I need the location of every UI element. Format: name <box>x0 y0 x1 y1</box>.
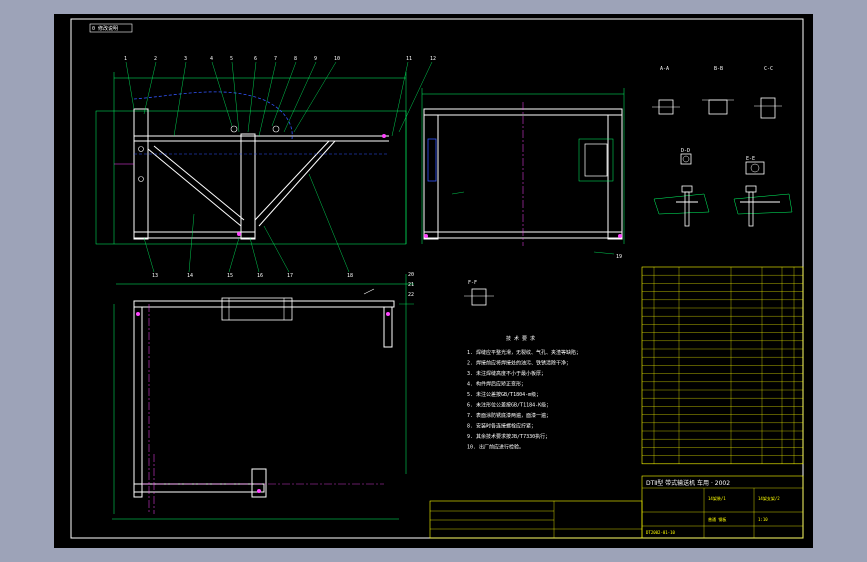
section-labels: A-A B-B C-C D-D E-E F-F <box>468 66 773 286</box>
part-number: 4 <box>210 56 213 62</box>
part-number: 12 <box>430 56 436 62</box>
part-number: 17 <box>287 273 293 279</box>
part-number: 19 <box>616 254 622 260</box>
cad-drawing: 0 修改说明 DTⅡ型 带式输送机 车用 · 2002 DT2002-01-10… <box>70 18 804 539</box>
part-number: 20 <box>408 272 414 278</box>
title-block <box>429 475 804 539</box>
tech-req-item: 1. 焊缝应平整光滑，无裂纹、气孔、夹渣等缺陷； <box>467 349 581 356</box>
tech-req-item: 7. 表面涂防锈底漆两遍，面漆一遍； <box>467 412 551 419</box>
section-label: D-D <box>681 148 690 154</box>
tech-req-item: 3. 未注焊缝高度不小于最小板厚； <box>467 370 546 377</box>
tech-req-item: 2. 焊接前应将焊接处的油污、铁锈清除干净； <box>467 360 571 367</box>
part-number: 16 <box>257 273 263 279</box>
material: 普通 钢板 <box>708 516 726 522</box>
drawing-number: DT2002-01-10 <box>646 530 675 535</box>
section-label: F-F <box>468 280 477 286</box>
side-view <box>421 88 625 255</box>
corner-tag: 0 修改说明 <box>92 25 118 32</box>
part-number: 9 <box>314 56 317 62</box>
tech-req-item: 4. 构件焊后应矫正变形； <box>467 381 526 388</box>
section-label: A-A <box>660 66 669 72</box>
part-name: 14架装/1 <box>708 495 726 501</box>
part-number: 1 <box>124 56 127 62</box>
section-label: C-C <box>764 66 773 72</box>
parts-list <box>641 266 804 465</box>
tech-req-item: 10. 出厂前应进行检验。 <box>467 444 524 451</box>
part-number: 18 <box>347 273 353 279</box>
part-number: 8 <box>294 56 297 62</box>
part-number: 6 <box>254 56 257 62</box>
part-number: 2 <box>154 56 157 62</box>
part-number: 13 <box>152 273 158 279</box>
part-number: 3 <box>184 56 187 62</box>
part-number: 22 <box>408 292 414 298</box>
tech-req-item: 5. 未注公差按GB/T1804-m级； <box>467 391 541 398</box>
drawing-sheet: 0 修改说明 DTⅡ型 带式输送机 车用 · 2002 DT2002-01-10… <box>54 14 813 548</box>
tech-req-heading: 技 术 要 求 <box>506 335 535 342</box>
tech-requirements-list: 1. 焊缝应平整光滑，无裂纹、气孔、夹渣等缺陷； 2. 焊接前应将焊接处的油污、铁… <box>467 349 581 451</box>
part-number: 11 <box>406 56 412 62</box>
title-cell: DTⅡ型 带式输送机 车用 · 2002 <box>646 479 730 487</box>
part-number: 15 <box>227 273 233 279</box>
tech-req-item: 8. 安装时各连接螺栓应拧紧； <box>467 423 536 430</box>
part-number: 10 <box>334 56 340 62</box>
part-number: 7 <box>274 56 277 62</box>
part-number: 5 <box>230 56 233 62</box>
scale: 1:10 <box>758 517 768 522</box>
plan-view <box>112 274 414 520</box>
tech-req-item: 6. 未注形位公差按GB/T1184-K级； <box>467 402 551 409</box>
section-label: E-E <box>746 156 755 162</box>
sub-part: 14架支架/2 <box>758 495 780 501</box>
tech-req-item: 9. 其余技术要求按JB/T7330执行； <box>467 433 550 440</box>
section-details <box>464 97 793 306</box>
section-label: B-B <box>714 66 723 72</box>
front-view <box>95 61 433 273</box>
part-number: 21 <box>408 282 414 288</box>
part-number: 14 <box>187 273 193 279</box>
sheet-border <box>70 18 804 539</box>
